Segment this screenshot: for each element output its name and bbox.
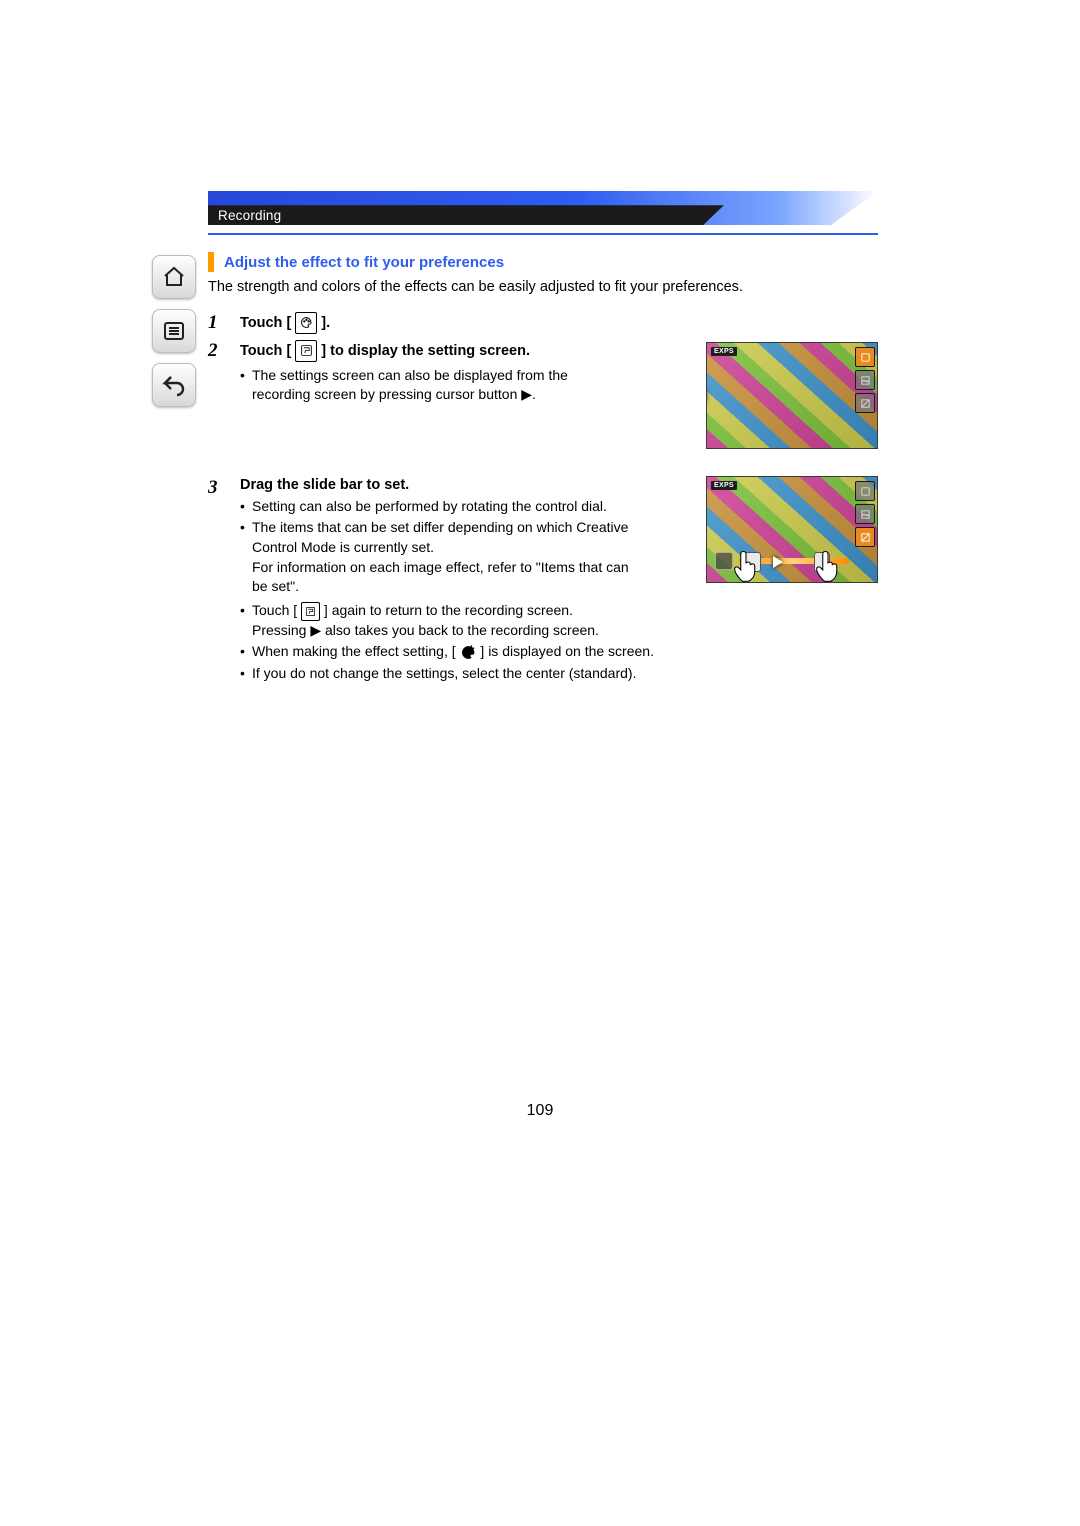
touch-gesture-icon xyxy=(725,541,767,583)
bullet-text: The items that can be set differ dependi… xyxy=(252,519,628,555)
step-1-prefix: Touch [ xyxy=(240,315,291,331)
mode-badge: EXPS xyxy=(711,347,737,356)
section-header: Recording xyxy=(208,191,878,225)
nav-contents-button[interactable] xyxy=(152,309,196,353)
home-icon xyxy=(162,265,186,289)
step-3-bullet: Setting can also be performed by rotatin… xyxy=(240,497,630,517)
bullet-text: Touch [ xyxy=(252,602,297,618)
picture-tool-icon xyxy=(855,504,875,524)
exposure-tool-icon xyxy=(855,393,875,413)
step-2-mid: ] to display the setting screen. xyxy=(321,343,530,359)
step-3-bullet: The items that can be set differ dependi… xyxy=(240,518,630,596)
step-2-prefix: Touch [ xyxy=(240,343,291,359)
step-number: 3 xyxy=(208,478,226,497)
step-number: 1 xyxy=(208,313,226,332)
step-1-suffix: ]. xyxy=(321,315,330,331)
back-icon xyxy=(162,373,186,397)
header-rule xyxy=(208,233,878,235)
paint-tool-icon xyxy=(855,481,875,501)
touch-gesture-icon xyxy=(807,541,849,583)
step-3-bullet: Touch [ ] again to return to the recordi… xyxy=(240,601,800,640)
paint-tool-icon xyxy=(855,347,875,367)
drag-arrow-icon xyxy=(773,556,783,568)
bullet-text: The settings screen can also be displaye… xyxy=(252,367,568,383)
bullet-text: ] again to return to the recording scree… xyxy=(324,602,573,618)
mode-badge: EXPS xyxy=(711,481,737,490)
step-1: 1 Touch [ ]. xyxy=(208,312,878,334)
section-category: Recording xyxy=(208,208,281,223)
step-3-bullet: When making the effect setting, [ ] is d… xyxy=(240,642,800,662)
bullet-text: recording screen by pressing cursor butt… xyxy=(252,386,536,402)
paint-tool-icon xyxy=(295,340,317,362)
step-number: 2 xyxy=(208,341,226,360)
accent-bar xyxy=(208,252,214,272)
palette-icon xyxy=(295,312,317,334)
palette-plus-icon xyxy=(460,644,477,661)
section-title: Adjust the effect to fit your preference… xyxy=(224,254,504,271)
nav-back-button[interactable] xyxy=(152,363,196,407)
bullet-text: If you do not change the settings, selec… xyxy=(252,665,636,681)
picture-tool-icon xyxy=(855,370,875,390)
bullet-text: ] is displayed on the screen. xyxy=(480,643,654,659)
bullet-text: When making the effect setting, [ xyxy=(252,643,456,659)
exposure-tool-icon xyxy=(855,527,875,547)
step-2-bullet: The settings screen can also be displaye… xyxy=(240,366,630,405)
example-screenshot-1: EXPS xyxy=(706,342,878,449)
bullet-text: Setting can also be performed by rotatin… xyxy=(252,498,607,514)
page-number: 109 xyxy=(0,1102,1080,1120)
list-icon xyxy=(162,319,186,343)
bullet-text: For information on each image effect, re… xyxy=(252,558,630,597)
step-1-title: Touch [ ]. xyxy=(240,312,878,334)
section-intro: The strength and colors of the effects c… xyxy=(208,278,878,298)
nav-home-button[interactable] xyxy=(152,255,196,299)
bullet-text: Pressing ▶ also takes you back to the re… xyxy=(252,621,800,641)
step-2-title: Touch [ ] to display the setting screen. xyxy=(240,340,630,362)
example-screenshot-2: EXPS xyxy=(706,476,878,583)
paint-tool-icon xyxy=(301,602,320,621)
step-3-bullet: If you do not change the settings, selec… xyxy=(240,664,800,684)
